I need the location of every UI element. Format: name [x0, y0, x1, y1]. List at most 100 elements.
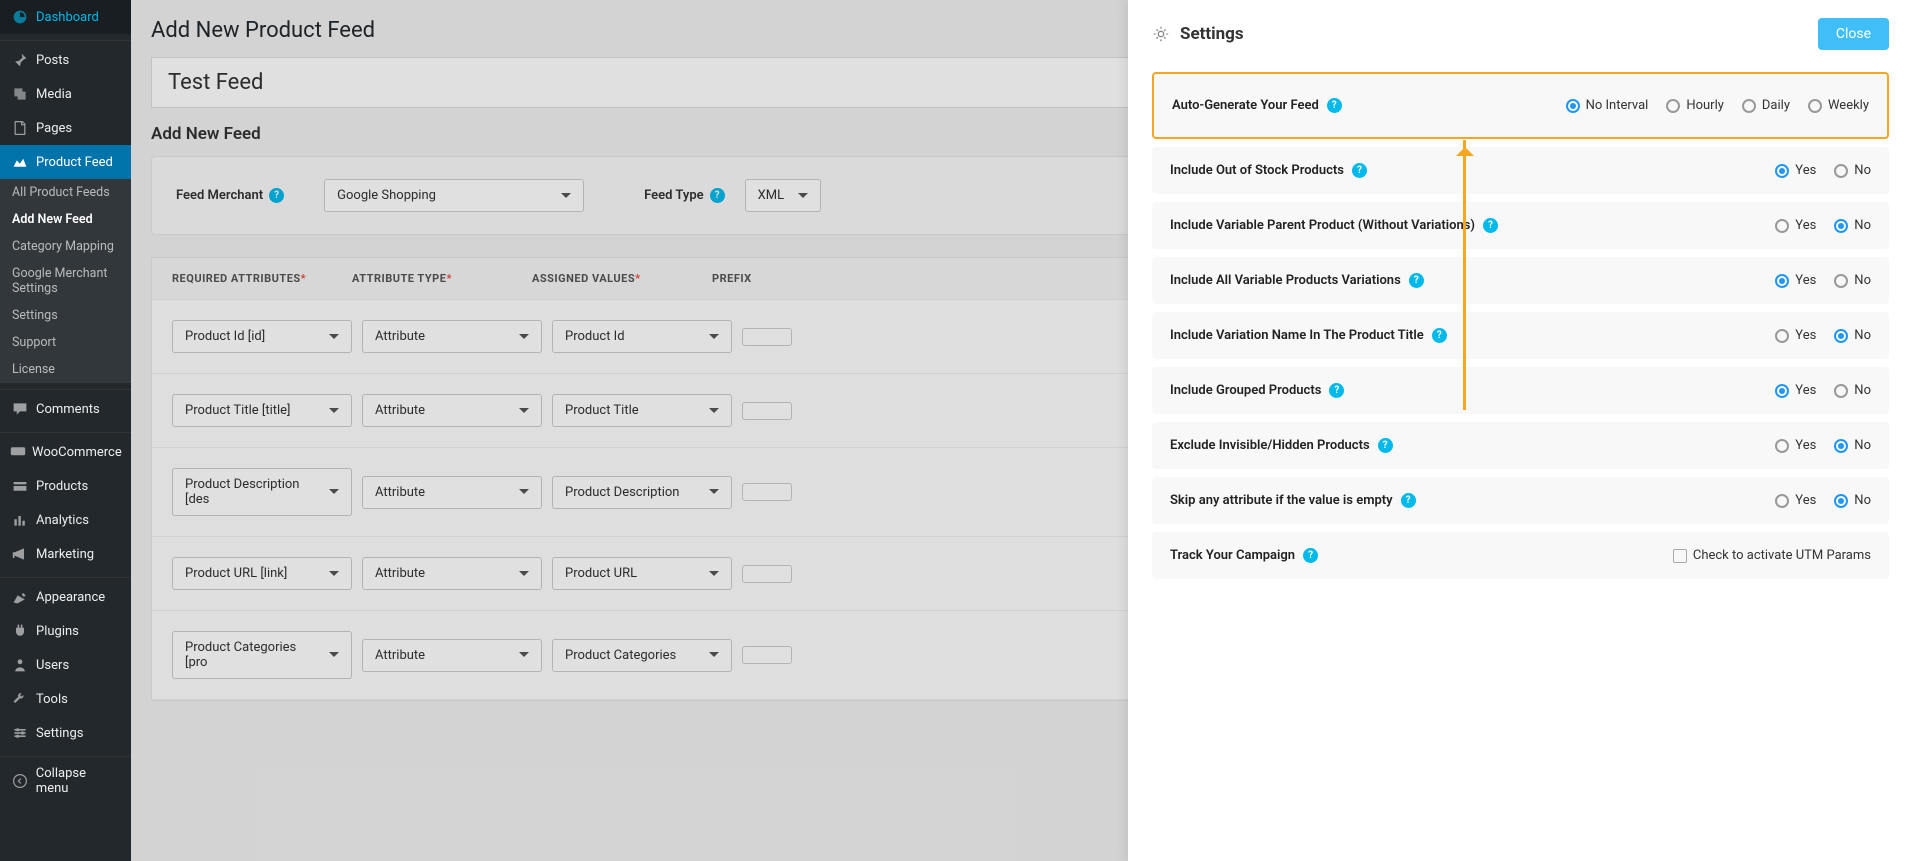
assigned-value-select[interactable]: Product Categories: [552, 639, 732, 672]
radio-option[interactable]: Daily: [1742, 98, 1790, 113]
pin-icon: [10, 50, 30, 70]
woocommerce-icon: [10, 442, 26, 462]
sidebar-users[interactable]: Users: [0, 648, 131, 682]
radio-no[interactable]: No: [1834, 328, 1871, 343]
radio-yes[interactable]: Yes: [1775, 493, 1816, 508]
radio-yes[interactable]: Yes: [1775, 383, 1816, 398]
sidebar-products[interactable]: Products: [0, 469, 131, 503]
help-icon[interactable]: ?: [1401, 493, 1416, 508]
required-attr-select[interactable]: Product Id [id]: [172, 320, 352, 353]
setting-label: Include Out of Stock Products?: [1170, 163, 1367, 178]
radio-no[interactable]: No: [1834, 163, 1871, 178]
sub-settings[interactable]: Settings: [0, 302, 131, 329]
radio-icon: [1834, 274, 1848, 288]
checkbox-option[interactable]: Check to activate UTM Params: [1673, 548, 1871, 563]
sidebar-dashboard[interactable]: Dashboard: [0, 0, 131, 34]
appearance-icon: [10, 587, 30, 607]
setting-options: Check to activate UTM Params: [1673, 548, 1871, 563]
radio-yes[interactable]: Yes: [1775, 218, 1816, 233]
assigned-value-select[interactable]: Product Id: [552, 320, 732, 353]
radio-icon: [1666, 99, 1680, 113]
sidebar-pages[interactable]: Pages: [0, 111, 131, 145]
setting-options: No Interval Hourly Daily Weekly: [1566, 98, 1869, 113]
sidebar-comments[interactable]: Comments: [0, 392, 131, 426]
sidebar-label: Appearance: [36, 590, 105, 605]
sub-license[interactable]: License: [0, 356, 131, 383]
sidebar-label: Settings: [36, 726, 83, 741]
prefix-input[interactable]: [742, 328, 792, 346]
assigned-value-select[interactable]: Product Description: [552, 476, 732, 509]
sidebar-tools[interactable]: Tools: [0, 682, 131, 716]
setting-row: Include Variation Name In The Product Ti…: [1152, 312, 1889, 359]
close-button[interactable]: Close: [1818, 18, 1889, 50]
product-feed-icon: [10, 152, 30, 172]
required-attr-select[interactable]: Product Title [title]: [172, 394, 352, 427]
radio-icon: [1834, 384, 1848, 398]
prefix-input[interactable]: [742, 402, 792, 420]
sidebar-product-feed[interactable]: Product Feed: [0, 145, 131, 179]
attr-type-select[interactable]: Attribute: [362, 639, 542, 672]
sidebar-media[interactable]: Media: [0, 77, 131, 111]
help-icon[interactable]: ?: [1483, 218, 1498, 233]
feed-type-select[interactable]: XML: [745, 179, 822, 212]
merchant-select[interactable]: Google Shopping: [324, 179, 584, 212]
prefix-input[interactable]: [742, 565, 792, 583]
attr-type-select[interactable]: Attribute: [362, 557, 542, 590]
radio-no[interactable]: No: [1834, 438, 1871, 453]
radio-yes[interactable]: Yes: [1775, 163, 1816, 178]
prefix-input[interactable]: [742, 483, 792, 501]
setting-options: Yes No: [1775, 273, 1871, 288]
assigned-value-select[interactable]: Product URL: [552, 557, 732, 590]
setting-label: Include All Variable Products Variations…: [1170, 273, 1424, 288]
radio-no[interactable]: No: [1834, 383, 1871, 398]
setting-row: Include Grouped Products?YesNo: [1152, 367, 1889, 414]
sub-support[interactable]: Support: [0, 329, 131, 356]
sidebar-label: Dashboard: [36, 10, 99, 25]
help-icon[interactable]: ?: [1303, 548, 1318, 563]
sidebar-woocommerce[interactable]: WooCommerce: [0, 435, 131, 469]
radio-icon: [1775, 329, 1789, 343]
sidebar-plugins[interactable]: Plugins: [0, 614, 131, 648]
help-icon[interactable]: ?: [1327, 98, 1342, 113]
radio-yes[interactable]: Yes: [1775, 328, 1816, 343]
sidebar-posts[interactable]: Posts: [0, 43, 131, 77]
prefix-input[interactable]: [742, 646, 792, 664]
attr-type-select[interactable]: Attribute: [362, 476, 542, 509]
setting-row: Skip any attribute if the value is empty…: [1152, 477, 1889, 524]
attr-type-select[interactable]: Attribute: [362, 394, 542, 427]
radio-no[interactable]: No: [1834, 273, 1871, 288]
sub-google-merchant[interactable]: Google Merchant Settings: [0, 260, 131, 302]
radio-no[interactable]: No: [1834, 218, 1871, 233]
help-icon[interactable]: ?: [1352, 163, 1367, 178]
sub-all-feeds[interactable]: All Product Feeds: [0, 179, 131, 206]
help-icon[interactable]: ?: [1378, 438, 1393, 453]
sidebar-appearance[interactable]: Appearance: [0, 580, 131, 614]
sidebar-analytics[interactable]: Analytics: [0, 503, 131, 537]
radio-option[interactable]: Weekly: [1808, 98, 1869, 113]
help-icon[interactable]: ?: [269, 188, 284, 203]
help-icon[interactable]: ?: [1409, 273, 1424, 288]
attr-type-select[interactable]: Attribute: [362, 320, 542, 353]
required-attr-select[interactable]: Product Description [des: [172, 468, 352, 516]
sidebar-marketing[interactable]: Marketing: [0, 537, 131, 571]
radio-no[interactable]: No: [1834, 493, 1871, 508]
setting-row: Include Out of Stock Products? Yes No: [1152, 147, 1889, 194]
required-attr-select[interactable]: Product Categories [pro: [172, 631, 352, 679]
radio-option[interactable]: No Interval: [1566, 98, 1649, 113]
help-icon[interactable]: ?: [1432, 328, 1447, 343]
assigned-value-select[interactable]: Product Title: [552, 394, 732, 427]
sidebar-settings[interactable]: Settings: [0, 716, 131, 750]
setting-row: Auto-Generate Your Feed?No IntervalHourl…: [1152, 72, 1889, 139]
radio-option[interactable]: Hourly: [1666, 98, 1724, 113]
required-attr-select[interactable]: Product URL [link]: [172, 557, 352, 590]
radio-yes[interactable]: Yes: [1775, 438, 1816, 453]
radio-yes[interactable]: Yes: [1775, 273, 1816, 288]
setting-label: Exclude Invisible/Hidden Products?: [1170, 438, 1393, 453]
radio-icon: [1775, 384, 1789, 398]
sidebar-collapse[interactable]: Collapse menu: [0, 759, 131, 803]
help-icon[interactable]: ?: [710, 188, 725, 203]
sidebar-label: Users: [36, 658, 69, 673]
sub-category-mapping[interactable]: Category Mapping: [0, 233, 131, 260]
help-icon[interactable]: ?: [1329, 383, 1344, 398]
sub-add-new-feed[interactable]: Add New Feed: [0, 206, 131, 233]
